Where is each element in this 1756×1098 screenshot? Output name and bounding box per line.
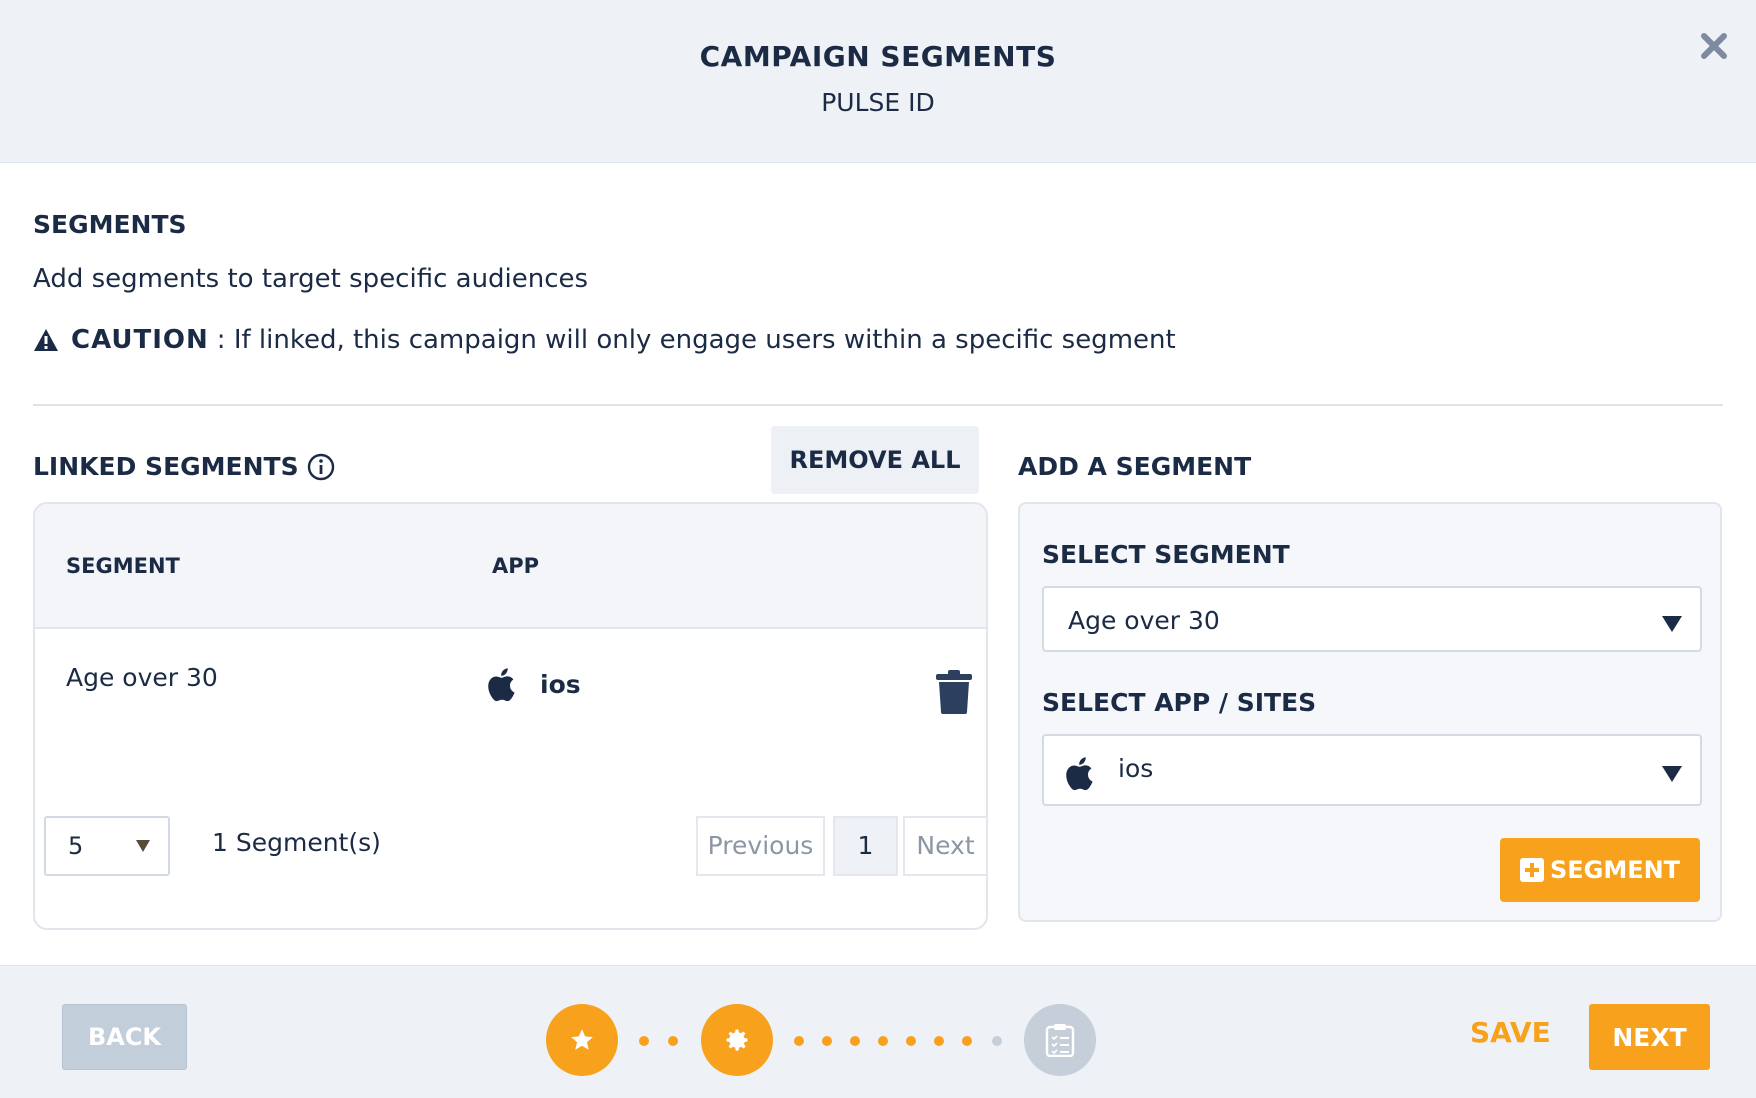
clipboard-icon: [1045, 1024, 1075, 1057]
add-segment-panel: SELECT SEGMENT Age over 30 SELECT APP / …: [1018, 502, 1722, 922]
segments-description: Add segments to target specific audience…: [33, 264, 589, 294]
remove-all-button[interactable]: REMOVE ALL: [771, 426, 979, 494]
step-summary[interactable]: [1024, 1004, 1096, 1076]
select-app-value: ios: [1118, 754, 1154, 783]
linked-segments-label: LINKED SEGMENTS: [33, 452, 299, 481]
apple-icon: [1066, 757, 1093, 791]
caret-down-icon: [136, 840, 150, 852]
modal-header: CAMPAIGN SEGMENTS PULSE ID: [0, 0, 1756, 163]
table-row: Age over 30 ios: [35, 629, 986, 737]
step-dot: [934, 1036, 944, 1046]
star-icon: [571, 1029, 593, 1050]
pagination-page-1[interactable]: 1: [833, 816, 898, 876]
segment-cell: Age over 30: [66, 663, 218, 692]
select-segment-value: Age over 30: [1068, 606, 1220, 635]
step-dot: [906, 1036, 916, 1046]
select-segment-label: SELECT SEGMENT: [1042, 540, 1290, 569]
modal-body: SEGMENTS Add segments to target specific…: [0, 164, 1756, 965]
step-dot: [962, 1036, 972, 1046]
step-dot: [992, 1036, 1002, 1046]
per-page-select[interactable]: 5: [44, 816, 170, 876]
divider: [33, 404, 1723, 406]
add-segment-title: ADD A SEGMENT: [1018, 452, 1252, 481]
app-cell: ios: [488, 665, 581, 703]
save-button[interactable]: SAVE: [1470, 1016, 1551, 1049]
table-header: SEGMENT APP: [35, 504, 986, 629]
page-title: CAMPAIGN SEGMENTS: [699, 40, 1057, 73]
step-dot: [639, 1036, 649, 1046]
step-dot: [668, 1036, 678, 1046]
segments-heading: SEGMENTS: [33, 210, 187, 239]
info-icon[interactable]: [307, 453, 335, 481]
caution-label: CAUTION: [71, 325, 209, 355]
select-app-dropdown[interactable]: ios: [1042, 734, 1702, 806]
caret-down-icon: [1662, 766, 1682, 782]
per-page-value: 5: [68, 832, 84, 860]
step-dot: [850, 1036, 860, 1046]
select-app-label: SELECT APP / SITES: [1042, 688, 1317, 717]
page-subtitle: PULSE ID: [821, 88, 935, 117]
column-header-segment: SEGMENT: [66, 554, 180, 578]
warning-icon: [34, 329, 58, 351]
gear-icon: [726, 1029, 748, 1051]
segment-count: 1 Segment(s): [212, 828, 381, 857]
step-dot: [794, 1036, 804, 1046]
step-dot: [822, 1036, 832, 1046]
plus-square-icon: [1519, 858, 1544, 882]
close-icon[interactable]: [1696, 28, 1732, 64]
pagination-previous[interactable]: Previous: [696, 816, 825, 876]
trash-icon[interactable]: [935, 669, 973, 715]
caret-down-icon: [1662, 616, 1682, 632]
step-star[interactable]: [546, 1004, 618, 1076]
step-dot: [878, 1036, 888, 1046]
linked-segments-title: LINKED SEGMENTS: [33, 452, 335, 481]
pagination-next[interactable]: Next: [903, 816, 988, 876]
column-header-app: APP: [492, 554, 540, 578]
back-button[interactable]: BACK: [62, 1004, 187, 1070]
step-settings[interactable]: [701, 1004, 773, 1076]
apple-icon: [488, 668, 515, 702]
add-segment-button[interactable]: SEGMENT: [1500, 838, 1700, 902]
caution-notice: CAUTION : If linked, this campaign will …: [33, 325, 1176, 355]
add-segment-button-label: SEGMENT: [1549, 856, 1681, 884]
select-segment-dropdown[interactable]: Age over 30: [1042, 586, 1702, 652]
next-button[interactable]: NEXT: [1589, 1004, 1710, 1070]
modal-footer: BACK SAVE NEXT: [0, 965, 1756, 1098]
caution-text: : If linked, this campaign will only eng…: [216, 325, 1176, 355]
app-name: ios: [540, 669, 581, 699]
